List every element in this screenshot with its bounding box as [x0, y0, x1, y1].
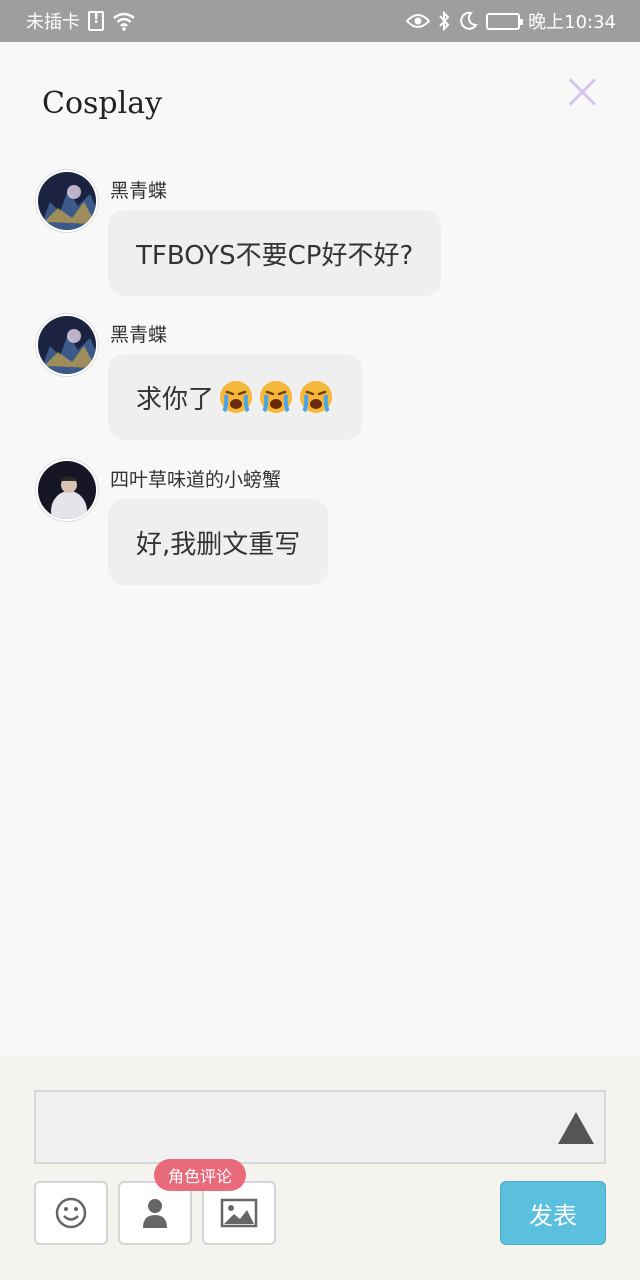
close-icon[interactable] [562, 72, 602, 112]
message-text: TFBOYS不要CP好不好? [136, 240, 414, 271]
clock-text: 晚上10:34 [528, 12, 616, 33]
message-text: 求你了 [136, 384, 215, 415]
message-text: 好,我删文重写 [136, 529, 301, 560]
avatar[interactable] [36, 314, 98, 376]
status-left: 未插卡 [26, 8, 136, 34]
role-comment-badge[interactable]: 角色评论 [154, 1159, 247, 1191]
message-bubble: TFBOYS不要CP好不好? [108, 210, 442, 296]
crying-face-icon [300, 381, 333, 413]
smile-icon [55, 1197, 87, 1229]
message-author: 黑青蝶 [110, 324, 168, 346]
wifi-icon [113, 12, 135, 31]
sim-alert-icon [88, 11, 104, 31]
post-button[interactable]: 发表 [500, 1181, 606, 1245]
message-author: 黑青蝶 [110, 180, 168, 202]
bluetooth-icon [439, 11, 450, 31]
crying-face-icon [220, 381, 253, 413]
avatar[interactable] [36, 459, 98, 521]
crying-face-icon [260, 381, 293, 413]
carrier-text: 未插卡 [26, 12, 80, 33]
page-title: Cosplay [42, 86, 163, 121]
message-bubble: 好,我删文重写 [108, 499, 329, 585]
person-icon [143, 1199, 167, 1228]
triangle-up-icon[interactable] [558, 1112, 594, 1144]
status-bar: 未插卡 晚上10:34 [0, 0, 640, 42]
message-author: 四叶草味道的小螃蟹 [110, 469, 282, 491]
composer-panel: 角色评论 发表 [0, 1056, 640, 1280]
comment-input[interactable] [34, 1090, 606, 1164]
eye-icon [406, 14, 431, 28]
status-right: 晚上10:34 [406, 8, 616, 34]
avatar[interactable] [36, 170, 98, 232]
battery-icon [486, 12, 524, 30]
emoji-button[interactable] [34, 1181, 108, 1245]
moon-icon [460, 11, 478, 30]
message-bubble: 求你了 [108, 354, 363, 440]
image-icon [220, 1198, 258, 1228]
